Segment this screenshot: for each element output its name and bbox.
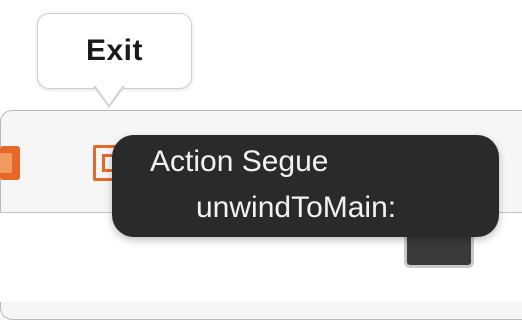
exit-callout-arrow-fill [95, 85, 123, 105]
segue-tooltip: Action Segue unwindToMain: [112, 135, 499, 237]
exit-callout: Exit [37, 13, 192, 89]
segue-action-label: unwindToMain: [196, 191, 397, 224]
view-controller-icon[interactable] [0, 146, 20, 180]
segue-type-label: Action Segue [150, 145, 329, 178]
exit-callout-label: Exit [85, 34, 144, 67]
